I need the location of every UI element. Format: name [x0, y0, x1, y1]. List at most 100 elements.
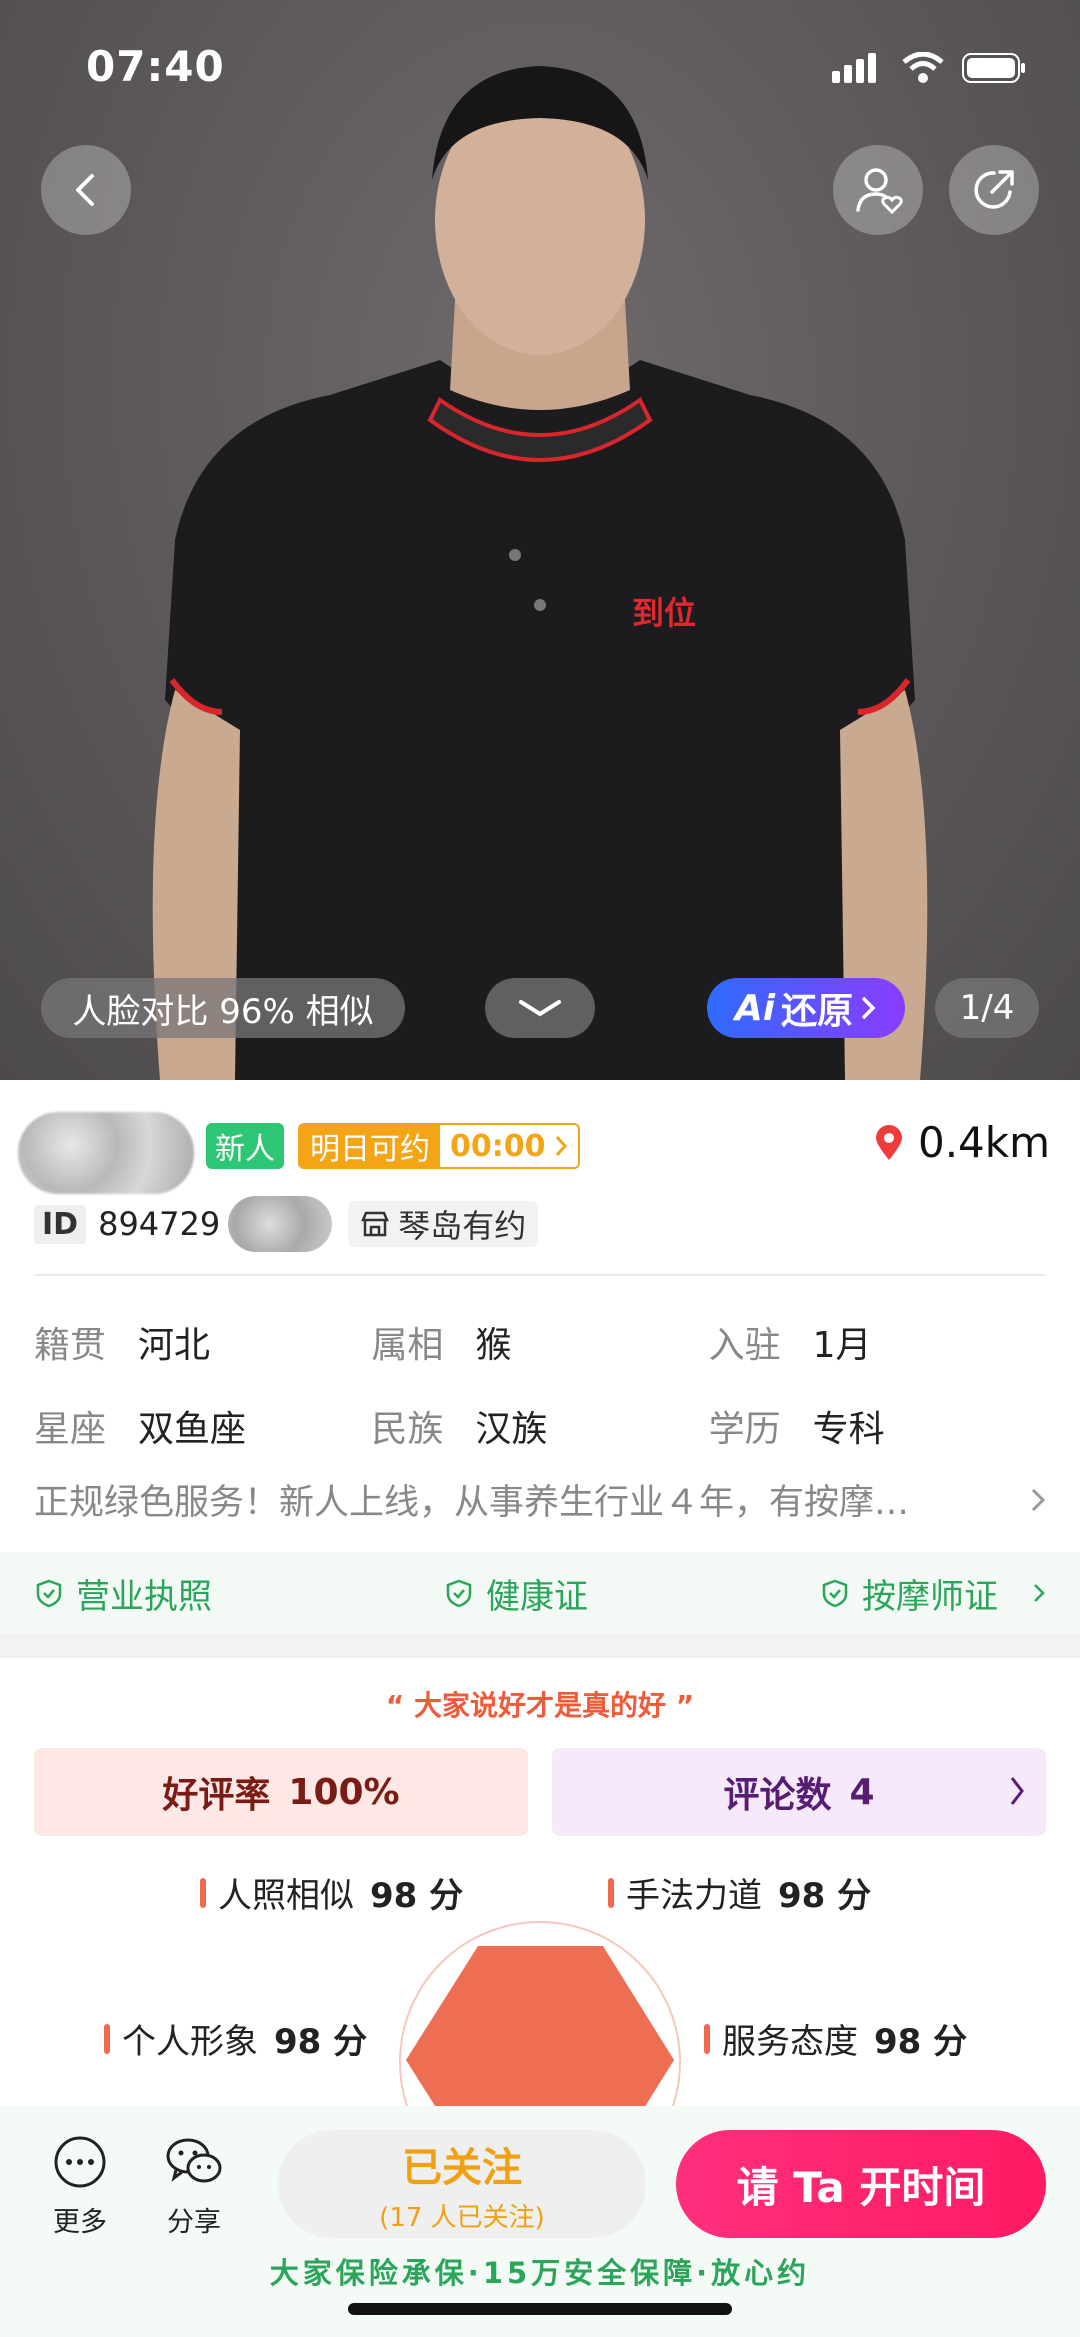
info-row: 星座 双鱼座 民族 汉族 学历 专科 [34, 1384, 1046, 1468]
available-time: 00:00 [450, 1128, 546, 1164]
shield-check-icon [446, 1579, 472, 1608]
score-value: 98 分 [874, 2022, 968, 2062]
info-grid: 籍贯 河北 属相猴 入驻 1月 星座 双鱼座 民族 汉族 学历 专科 [34, 1300, 1046, 1468]
info-joined: 入驻 1月 [709, 1316, 1046, 1368]
info-key: 星座 [34, 1409, 107, 1450]
chevron-left-icon [76, 174, 94, 206]
shield-check-icon [822, 1579, 848, 1608]
insurance-guarantee: 大家保险承保·15万安全保障·放心约 [269, 2256, 811, 2290]
score-label: 人照相似 [218, 1876, 354, 1916]
battery-icon [962, 53, 1025, 83]
status-time: 07:40 [86, 42, 225, 91]
chevron-right-icon [1034, 1584, 1045, 1602]
good-rate-box: 好评率 100% [34, 1748, 528, 1836]
score-label: 个人形象 [122, 2022, 258, 2062]
share-wechat-button[interactable]: 分享 [164, 2134, 224, 2239]
chevron-right-icon [555, 1136, 567, 1156]
store-tag[interactable]: 琴岛有约 [348, 1201, 539, 1247]
info-key: 籍贯 [34, 1325, 107, 1366]
share-icon [974, 170, 1014, 209]
info-zodiac: 属相猴 [371, 1316, 708, 1368]
score-marker [608, 1877, 614, 1908]
intro-text: 正规绿色服务！新人上线，从事养生行业４年，有按摩… [34, 1483, 910, 1523]
name-blurred [18, 1112, 194, 1194]
wechat-icon [166, 2138, 222, 2183]
info-key: 属相 [371, 1325, 444, 1366]
score-value: 98 分 [778, 1876, 872, 1916]
chevron-right-icon [1010, 1777, 1024, 1805]
intro-row[interactable]: 正规绿色服务！新人上线，从事养生行业４年，有按摩… [34, 1474, 1046, 1525]
score-attitude: 服务态度 98 分 [704, 2014, 967, 2063]
home-indicator[interactable] [348, 2303, 732, 2315]
follow-user-button[interactable] [833, 145, 923, 235]
score-photo-similarity: 人照相似 98 分 [200, 1868, 463, 1917]
score-marker [704, 2023, 710, 2054]
shield-check-icon [36, 1579, 62, 1608]
comments-label: 评论数 [723, 1775, 832, 1816]
chevron-right-icon [861, 996, 876, 1020]
score-marker [200, 1877, 206, 1908]
id-label: ID [34, 1204, 87, 1244]
cert-massage: 按摩师证 [820, 1569, 1046, 1618]
cert-label: 按摩师证 [862, 1576, 998, 1617]
user-heart-icon [856, 168, 903, 215]
comments-button[interactable]: 评论数 4 [552, 1748, 1046, 1836]
section-separator [0, 1634, 1080, 1658]
cert-label: 营业执照 [76, 1576, 212, 1617]
available-time-box: 00:00 [440, 1125, 578, 1167]
available-tomorrow-label: 明日可约 [300, 1125, 440, 1167]
chevron-right-icon [1031, 1488, 1046, 1511]
store-icon [361, 1211, 390, 1237]
good-rate-value: 100% [288, 1771, 400, 1813]
cert-health: 健康证 [444, 1569, 588, 1618]
followers-count: (17 人已关注) [379, 2202, 545, 2233]
ai-restore-label: 还原 [781, 991, 854, 1032]
info-ethnicity: 民族 汉族 [371, 1400, 708, 1452]
score-technique: 手法力道 98 分 [608, 1868, 871, 1917]
status-icons [832, 52, 1026, 84]
more-button[interactable]: 更多 [52, 2134, 108, 2239]
distance-value: 0.4km [917, 1118, 1050, 1167]
info-value: 专科 [812, 1409, 885, 1450]
review-slogan: “ 大家说好才是真的好 ” [385, 1689, 695, 1722]
info-value: 猴 [475, 1325, 512, 1366]
signal-icon [832, 53, 876, 83]
info-key: 入驻 [708, 1325, 781, 1366]
followed-label: 已关注 [402, 2144, 522, 2191]
more-icon [54, 2136, 106, 2188]
info-key: 民族 [371, 1409, 444, 1450]
score-label: 手法力道 [626, 1876, 762, 1916]
info-value: 双鱼座 [138, 1409, 247, 1450]
info-hometown: 籍贯 河北 [34, 1316, 371, 1368]
collapse-button[interactable] [485, 978, 595, 1038]
score-marker [104, 2023, 110, 2054]
wifi-icon [902, 52, 944, 83]
cert-business-license: 营业执照 [34, 1569, 212, 1618]
divider [34, 1274, 1046, 1276]
comments-count: 4 [849, 1771, 875, 1813]
score-label: 服务态度 [722, 2022, 858, 2062]
photo-counter: 1/4 [935, 978, 1039, 1038]
certificates-bar[interactable]: 营业执照 健康证 按摩师证 [0, 1552, 1080, 1634]
id-row: ID 894729 琴岛有约 [34, 1196, 539, 1252]
info-value: 1月 [812, 1325, 872, 1366]
info-constellation: 星座 双鱼座 [34, 1400, 371, 1452]
info-row: 籍贯 河北 属相猴 入驻 1月 [34, 1300, 1046, 1384]
profile-photo[interactable]: 到位 07:40 人脸对比 96% 相似 Ai 还原 1/4 [0, 0, 1080, 1080]
ai-restore-button[interactable]: Ai 还原 [707, 978, 905, 1038]
share-button[interactable] [949, 145, 1039, 235]
info-education: 学历 专科 [709, 1400, 1046, 1452]
store-name: 琴岛有约 [398, 1207, 527, 1245]
book-time-button[interactable]: 请 Ta 开时间 [676, 2130, 1046, 2238]
score-appearance: 个人形象 98 分 [104, 2014, 367, 2063]
good-rate-label: 好评率 [162, 1775, 271, 1816]
back-button[interactable] [41, 145, 131, 235]
info-value: 汉族 [475, 1409, 548, 1450]
new-tag: 新人 [206, 1123, 284, 1169]
distance: 0.4km [874, 1118, 1050, 1167]
followed-button[interactable]: 已关注 (17 人已关注) [278, 2130, 646, 2238]
location-pin-icon [875, 1124, 902, 1160]
face-match-badge: 人脸对比 96% 相似 [41, 978, 405, 1038]
available-tomorrow-tag[interactable]: 明日可约 00:00 [298, 1123, 580, 1169]
score-value: 98 分 [274, 2022, 368, 2062]
